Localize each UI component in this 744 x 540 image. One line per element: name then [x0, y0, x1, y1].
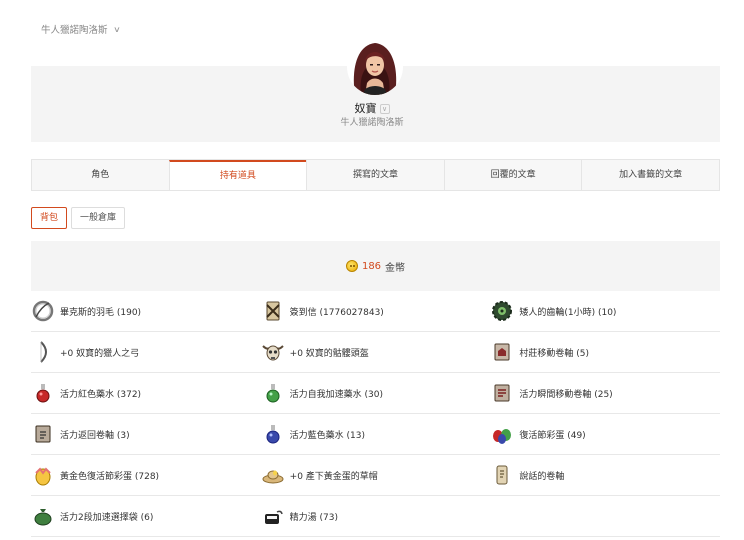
- straw-hat-icon: [261, 463, 285, 487]
- teleport-scroll-icon: [490, 381, 514, 405]
- item-row: +0 奴寶的獵人之弓 +0 奴寶的骷髏頭盔 村莊移動卷軸 (5): [31, 332, 720, 373]
- item-label: 活力紅色藥水 (372): [60, 389, 142, 400]
- bow-icon: [31, 340, 55, 364]
- golden-egg-icon: [31, 463, 55, 487]
- list-item[interactable]: 矮人的齒輪(1小時) (10): [490, 291, 720, 331]
- storage-tabs: 背包 一般倉庫: [31, 207, 126, 229]
- stamina-soup-icon: [261, 504, 285, 528]
- item-label: +0 產下黃金蛋的草帽: [289, 471, 378, 482]
- skull-helmet-icon: [261, 340, 285, 364]
- village-scroll-icon: [490, 340, 514, 364]
- list-item[interactable]: 活力瞬間移動卷軸 (25): [490, 373, 720, 413]
- profile-tabs: 角色 持有道具 撰寫的文章 回覆的文章 加入書籤的文章: [31, 159, 720, 191]
- list-item[interactable]: +0 奴寶的獵人之弓: [31, 332, 261, 372]
- talking-scroll-icon: [490, 463, 514, 487]
- item-label: 村莊移動卷軸 (5): [519, 348, 589, 359]
- list-item[interactable]: 活力返回卷軸 (3): [31, 414, 261, 454]
- server-selector-label: 牛人獵諾陶洛斯: [41, 25, 108, 36]
- list-item[interactable]: 活力紅色藥水 (372): [31, 373, 261, 413]
- item-row: 黃金色復活節彩蛋 (728) +0 產下黃金蛋的草帽 說話的卷軸: [31, 455, 720, 496]
- list-item[interactable]: 畢克斯的羽毛 (190): [31, 291, 261, 331]
- item-label: 活力自我加速藥水 (30): [289, 389, 384, 400]
- chevron-down-icon: ∨: [112, 24, 121, 34]
- item-label: 黃金色復活節彩蛋 (728): [60, 471, 160, 482]
- red-potion-icon: [31, 381, 55, 405]
- list-item[interactable]: +0 奴寶的骷髏頭盔: [261, 332, 491, 372]
- gold-amount: 186: [361, 260, 382, 272]
- item-label: 精力湯 (73): [289, 512, 339, 523]
- list-item[interactable]: 說話的卷軸: [490, 455, 720, 495]
- item-label: 簽到信 (1776027843): [289, 307, 384, 318]
- empty-cell: [490, 496, 720, 536]
- item-label: +0 奴寶的骷髏頭盔: [289, 348, 369, 359]
- item-label: +0 奴寶的獵人之弓: [60, 348, 140, 359]
- tab-bookmarks[interactable]: 加入書籤的文章: [581, 160, 719, 190]
- avatar: [347, 39, 403, 95]
- item-label: 活力瞬間移動卷軸 (25): [519, 389, 613, 400]
- item-label: 畢克斯的羽毛 (190): [60, 307, 142, 318]
- character-name: 奴寶: [354, 102, 377, 115]
- item-label: 說話的卷軸: [519, 471, 565, 482]
- signin-letter-icon: [261, 299, 285, 323]
- character-server: 牛人獵諾陶洛斯: [340, 118, 404, 128]
- easter-eggs-icon: [490, 422, 514, 446]
- item-row: 活力紅色藥水 (372) 活力自我加速藥水 (30) 活力瞬間移動卷軸 (25): [31, 373, 720, 414]
- item-row: 活力返回卷軸 (3) 活力藍色藥水 (13) 復活節彩蛋 (49): [31, 414, 720, 455]
- green-bag-icon: [31, 504, 55, 528]
- blue-potion-icon: [261, 422, 285, 446]
- green-potion-icon: [261, 381, 285, 405]
- item-label: 復活節彩蛋 (49): [519, 430, 586, 441]
- feather-ring-icon: [31, 299, 55, 323]
- subtab-warehouse[interactable]: 一般倉庫: [71, 207, 126, 229]
- list-item[interactable]: 活力2段加速選擇袋 (6): [31, 496, 261, 536]
- tab-replies[interactable]: 回覆的文章: [443, 160, 582, 190]
- list-item[interactable]: 活力自我加速藥水 (30): [261, 373, 491, 413]
- dwarf-gear-icon: [490, 299, 514, 323]
- character-name-row[interactable]: 奴寶 ∨: [0, 100, 744, 116]
- server-selector[interactable]: 牛人獵諾陶洛斯 ∨: [41, 22, 121, 37]
- item-label: 矮人的齒輪(1小時) (10): [519, 307, 617, 318]
- gold-summary: 186 金幣: [31, 241, 720, 291]
- list-item[interactable]: 簽到信 (1776027843): [261, 291, 491, 331]
- list-item[interactable]: 黃金色復活節彩蛋 (728): [31, 455, 261, 495]
- tab-posts[interactable]: 撰寫的文章: [306, 160, 444, 190]
- item-label: 活力返回卷軸 (3): [60, 430, 130, 441]
- gold-coin-icon: [345, 260, 358, 272]
- item-label: 活力藍色藥水 (13): [289, 430, 366, 441]
- return-scroll-icon: [31, 422, 55, 446]
- list-item[interactable]: 復活節彩蛋 (49): [490, 414, 720, 454]
- list-item[interactable]: 村莊移動卷軸 (5): [490, 332, 720, 372]
- tab-items[interactable]: 持有道具: [168, 160, 307, 190]
- chevron-down-icon[interactable]: ∨: [379, 104, 390, 114]
- gold-unit: 金幣: [385, 262, 406, 274]
- item-row: 畢克斯的羽毛 (190) 簽到信 (1776027843) 矮人的齒輪(1小時)…: [31, 291, 720, 332]
- item-list: 畢克斯的羽毛 (190) 簽到信 (1776027843) 矮人的齒輪(1小時)…: [31, 291, 720, 537]
- item-row: 活力2段加速選擇袋 (6) 精力湯 (73): [31, 496, 720, 537]
- subtab-bag[interactable]: 背包: [31, 207, 68, 229]
- list-item[interactable]: 活力藍色藥水 (13): [261, 414, 491, 454]
- item-label: 活力2段加速選擇袋 (6): [60, 512, 154, 523]
- tab-character[interactable]: 角色: [32, 160, 169, 190]
- list-item[interactable]: 精力湯 (73): [261, 496, 491, 536]
- list-item[interactable]: +0 產下黃金蛋的草帽: [261, 455, 491, 495]
